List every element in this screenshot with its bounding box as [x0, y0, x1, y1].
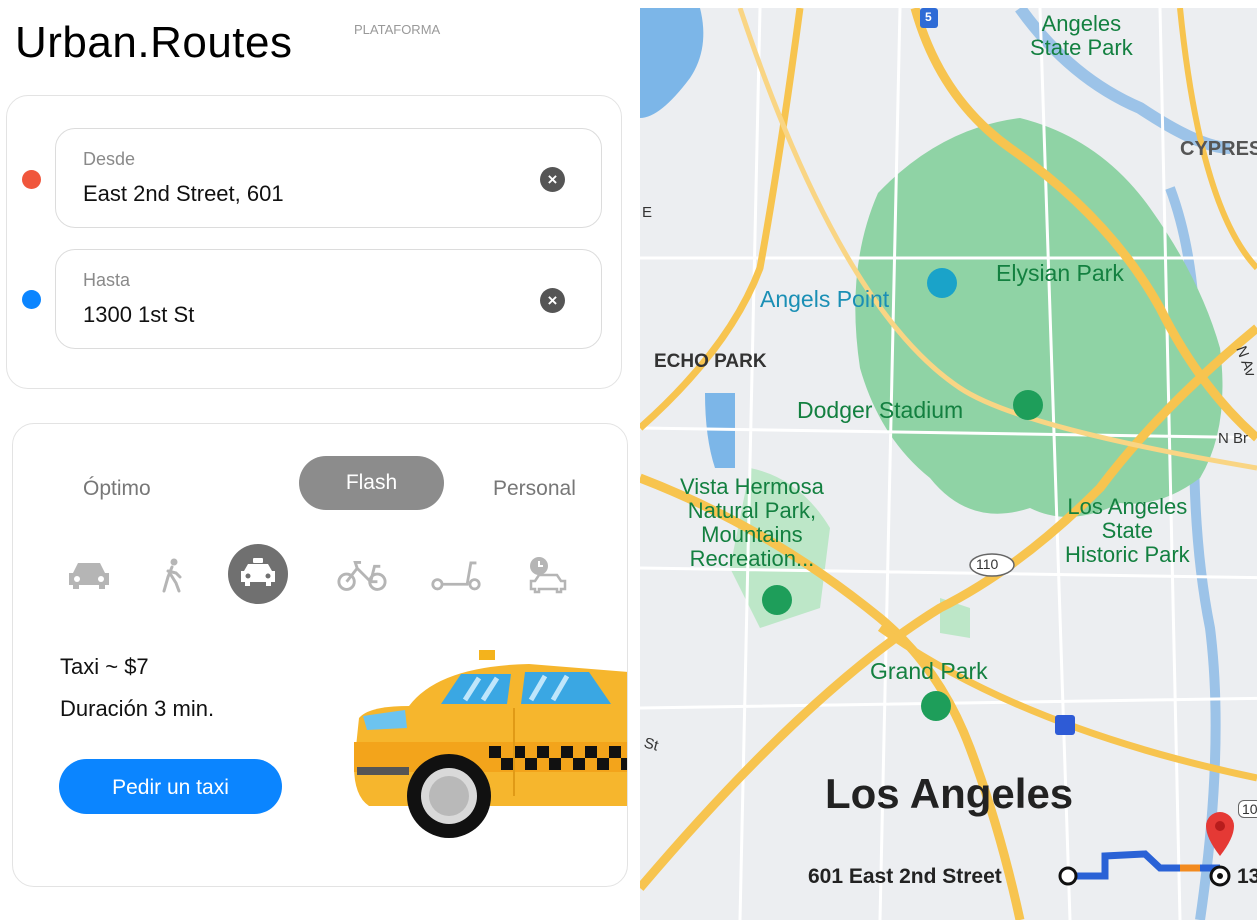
map-label-angeles-state-park: Angeles State Park — [1030, 11, 1133, 60]
to-label: Hasta — [83, 270, 131, 290]
price-text: Taxi ~ $7 — [60, 654, 149, 679]
tariff-card: Óptimo Flash Personal Taxi ~ $7 Duración… — [12, 423, 628, 887]
duration-text: Duración 3 min. — [60, 696, 215, 721]
map-label-n-br: N Br — [1218, 430, 1248, 447]
map-label-dodger-stadium: Dodger Stadium — [797, 397, 964, 423]
left-panel: Urban.Routes PLATAFORMA Desde East 2nd S… — [0, 0, 640, 920]
map-label-angels-point: Angels Point — [760, 286, 890, 312]
clear-from-icon[interactable]: × — [540, 167, 565, 192]
from-field[interactable]: Desde East 2nd Street, 601 × — [55, 128, 602, 228]
car-icon[interactable] — [63, 549, 115, 601]
from-dot — [22, 170, 41, 189]
logo-brand: Routes — [150, 18, 293, 67]
order-taxi-button[interactable]: Pedir un taxi — [59, 759, 282, 814]
map-view[interactable]: Angeles State Park CYPRES Elysian Park An… — [640, 8, 1257, 920]
to-field[interactable]: Hasta 1300 1st St × — [55, 249, 602, 349]
platform-badge: PLATAFORMA — [354, 22, 441, 37]
to-dot — [22, 290, 41, 309]
highway-110-shield: 110 — [976, 556, 999, 572]
map-label-grand-park: Grand Park — [870, 658, 988, 684]
map-label-los-angeles: Los Angeles — [825, 770, 1074, 817]
highway-5-shield: 5 — [925, 10, 932, 24]
taxi-icon[interactable] — [228, 544, 288, 604]
map-label-start: 601 East 2nd Street — [808, 865, 1002, 888]
taxi-illustration — [349, 646, 627, 846]
app-logo: Urban.Routes — [15, 18, 293, 68]
map-label-elysian-park: Elysian Park — [996, 260, 1124, 286]
route-card: Desde East 2nd Street, 601 × Hasta 1300 … — [6, 95, 622, 389]
map-label-la-state-historic-park: Los Angeles State Historic Park — [1065, 494, 1190, 567]
bike-icon[interactable] — [336, 549, 388, 601]
walk-icon[interactable] — [146, 549, 198, 601]
from-input[interactable]: East 2nd Street, 601 — [83, 181, 284, 207]
scooter-icon[interactable] — [430, 549, 482, 601]
map-label-vista-hermosa: Vista Hermosa Natural Park, Mountains Recre… — [680, 474, 824, 571]
mode-optimo[interactable]: Óptimo — [83, 477, 151, 501]
map-label-e: E — [642, 204, 653, 221]
map-label-echo-park: ECHO PARK — [654, 351, 767, 372]
map-label-cypress: CYPRES — [1180, 138, 1257, 160]
to-input[interactable]: 1300 1st St — [83, 302, 194, 328]
mode-personal[interactable]: Personal — [493, 477, 576, 501]
highway-10-shield: 10 — [1238, 800, 1257, 818]
drive-icon[interactable] — [521, 549, 573, 601]
logo-main: Urban. — [15, 18, 151, 67]
map-label-end: 13 — [1237, 865, 1257, 888]
clear-to-icon[interactable]: × — [540, 288, 565, 313]
mode-flash[interactable]: Flash — [299, 456, 444, 510]
from-label: Desde — [83, 149, 136, 169]
